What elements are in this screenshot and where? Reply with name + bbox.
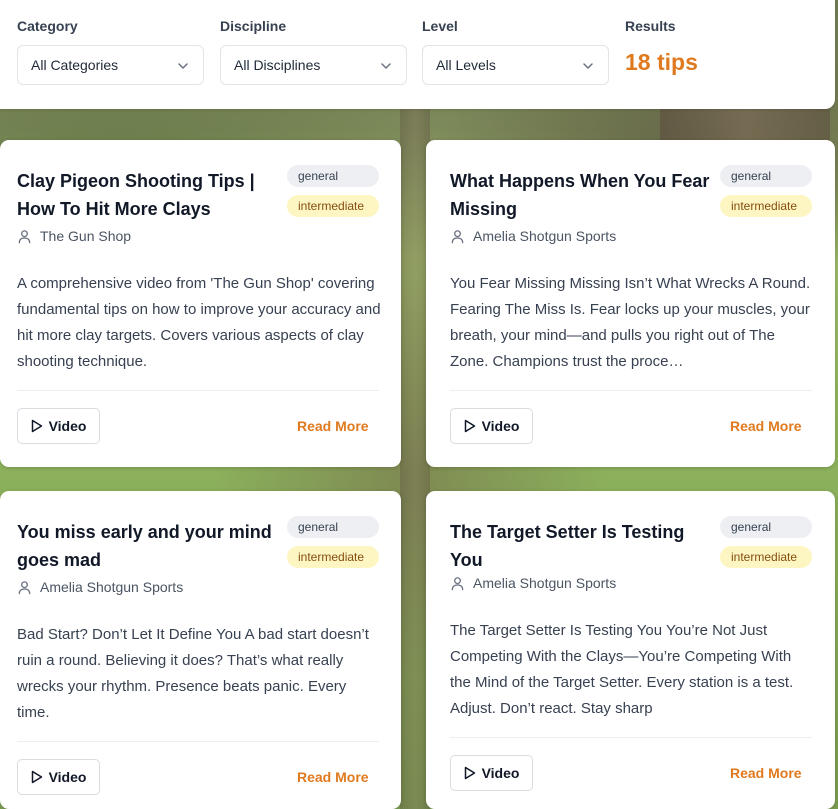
chevron-down-icon: [178, 63, 188, 69]
tip-author: Amelia Shotgun Sports: [450, 575, 616, 591]
video-button-label: Video: [48, 769, 87, 785]
tip-card: What Happens When You Fear Missing gener…: [426, 140, 835, 467]
video-button[interactable]: Video: [450, 408, 533, 444]
tip-author: The Gun Shop: [17, 228, 131, 244]
card-divider: [450, 737, 812, 738]
author-name: The Gun Shop: [40, 228, 132, 244]
level-badge: intermediate: [720, 546, 812, 568]
card-divider: [17, 741, 379, 742]
video-button[interactable]: Video: [17, 408, 100, 444]
play-icon: [31, 770, 42, 784]
read-more-link[interactable]: Read More: [297, 769, 369, 785]
video-button[interactable]: Video: [17, 759, 100, 795]
person-icon: [451, 576, 464, 590]
results-label: Results: [625, 18, 676, 34]
read-more-link[interactable]: Read More: [297, 418, 369, 434]
tip-title[interactable]: The Target Setter Is Testing You: [450, 518, 710, 574]
level-badge: intermediate: [287, 195, 379, 217]
tip-author: Amelia Shotgun Sports: [17, 579, 183, 595]
play-icon: [31, 419, 42, 433]
category-select-value: All Categories: [31, 57, 119, 73]
read-more-link[interactable]: Read More: [730, 765, 802, 781]
category-badge: general: [720, 516, 812, 538]
tip-card: Clay Pigeon Shooting Tips | How To Hit M…: [0, 140, 401, 467]
category-filter: Category All Categories: [17, 18, 204, 85]
level-label: Level: [422, 18, 458, 34]
category-badge: general: [287, 165, 379, 187]
discipline-filter: Discipline All Disciplines: [220, 18, 407, 85]
card-divider: [450, 390, 812, 391]
level-badge: intermediate: [720, 195, 812, 217]
level-select-value: All Levels: [436, 57, 496, 73]
chevron-down-icon: [583, 63, 593, 69]
person-icon: [451, 229, 464, 243]
level-filter: Level All Levels: [422, 18, 609, 85]
chevron-down-icon: [381, 63, 391, 69]
tip-author: Amelia Shotgun Sports: [450, 228, 616, 244]
card-divider: [17, 390, 379, 391]
category-badge: general: [287, 516, 379, 538]
discipline-select-value: All Disciplines: [234, 57, 321, 73]
video-button[interactable]: Video: [450, 755, 533, 791]
tip-description: Bad Start? Don’t Let It Define You A bad…: [17, 626, 369, 721]
level-select[interactable]: All Levels: [422, 45, 609, 85]
author-name: Amelia Shotgun Sports: [473, 228, 617, 244]
filter-bar: Category All Categories Discipline All D…: [0, 0, 835, 109]
video-button-label: Video: [481, 418, 520, 434]
results-summary: Results 18 tips: [625, 18, 698, 75]
tip-card: The Target Setter Is Testing You general…: [426, 491, 835, 809]
read-more-link[interactable]: Read More: [730, 418, 802, 434]
tip-title[interactable]: Clay Pigeon Shooting Tips | How To Hit M…: [17, 167, 277, 223]
tip-title[interactable]: What Happens When You Fear Missing: [450, 167, 710, 223]
level-badge: intermediate: [287, 546, 379, 568]
category-badge: general: [720, 165, 812, 187]
category-select[interactable]: All Categories: [17, 45, 204, 85]
tip-title[interactable]: You miss early and your mind goes mad: [17, 518, 277, 574]
category-label: Category: [17, 18, 78, 34]
tip-card: You miss early and your mind goes mad ge…: [0, 491, 401, 809]
person-icon: [18, 229, 31, 243]
video-button-label: Video: [481, 765, 520, 781]
results-count: 18 tips: [625, 49, 698, 75]
person-icon: [18, 580, 31, 594]
discipline-select[interactable]: All Disciplines: [220, 45, 407, 85]
author-name: Amelia Shotgun Sports: [473, 575, 617, 591]
play-icon: [464, 419, 475, 433]
tip-description: A comprehensive video from 'The Gun Shop…: [17, 275, 381, 370]
play-icon: [464, 766, 475, 780]
author-name: Amelia Shotgun Sports: [40, 579, 184, 595]
video-button-label: Video: [48, 418, 87, 434]
discipline-label: Discipline: [220, 18, 287, 34]
tip-description: The Target Setter Is Testing You You’re …: [450, 622, 794, 717]
tip-description: You Fear Missing Missing Isn’t What Wrec…: [450, 275, 811, 370]
